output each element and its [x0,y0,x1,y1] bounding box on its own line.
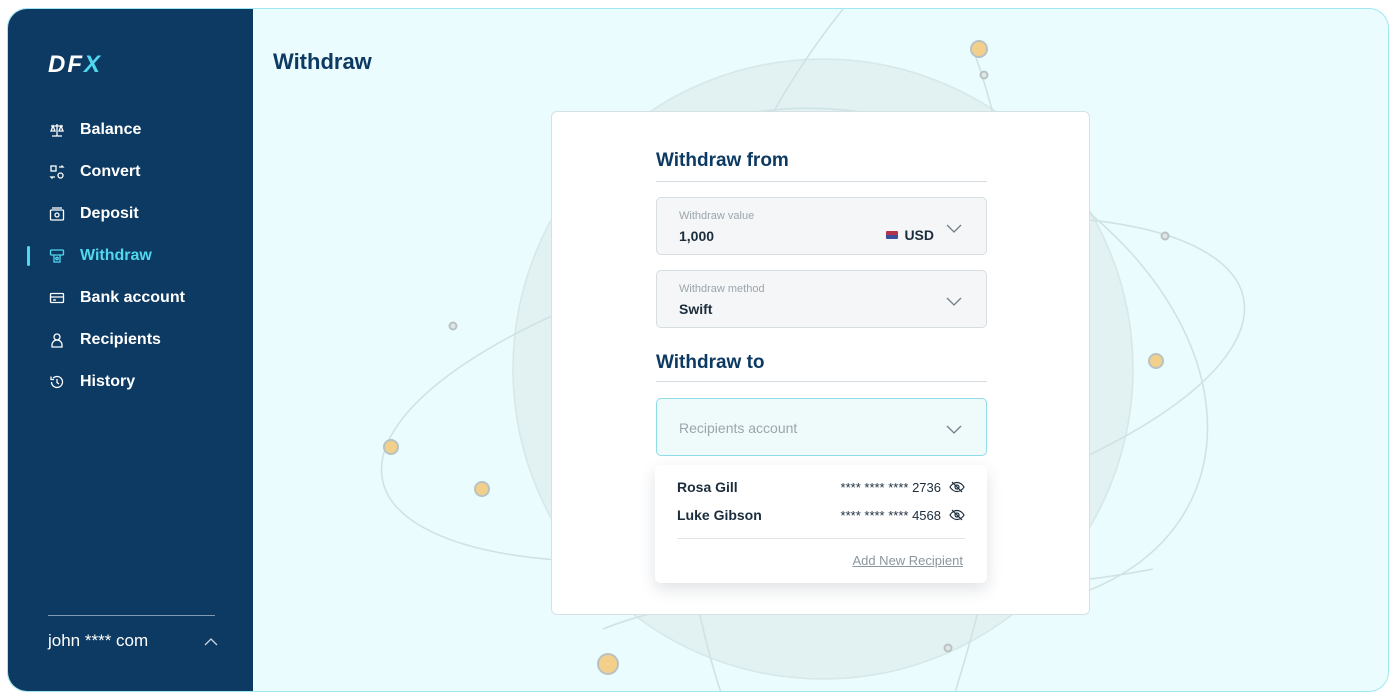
recipient-account: **** **** **** 2736 [841,480,965,495]
list-item[interactable]: Rosa Gill **** **** **** 2736 [677,476,965,498]
eye-off-icon[interactable] [949,481,965,493]
main-content: Withdraw Withdraw from Withdraw value 1,… [253,9,1388,691]
currency-code: USD [904,227,934,243]
account-menu[interactable]: john **** com [48,631,218,651]
sidebar-item-withdraw[interactable]: Withdraw [8,235,253,277]
recipients-account-select[interactable]: Recipients account [656,398,987,456]
recipient-account-number: **** **** **** 2736 [840,479,941,495]
withdraw-from-title: Withdraw from [656,150,789,171]
scale-icon [48,121,66,139]
chevron-up-icon [204,631,218,651]
add-new-recipient-link[interactable]: Add New Recipient [852,553,963,568]
bank-card-icon [48,289,66,307]
recipient-account-number: **** **** **** 4568 [840,507,941,523]
withdraw-value-label: Withdraw value [679,210,755,222]
sidebar-item-label: Deposit [80,205,139,222]
sidebar-item-label: Balance [80,121,142,138]
chevron-down-icon[interactable] [946,220,962,238]
recipient-name: Rosa Gill [677,479,738,495]
withdraw-method-value: Swift [679,301,713,317]
withdraw-method-field[interactable]: Withdraw method Swift [656,270,987,328]
page-title: Withdraw [273,49,372,74]
app-window: DFX Balance Convert Deposit Withdraw Ban… [7,8,1389,692]
sidebar-item-label: Recipients [80,331,161,348]
recipient-account: **** **** **** 4568 [841,508,965,523]
recipient-name: Luke Gibson [677,507,762,523]
sidebar-divider [48,615,215,616]
convert-icon [48,163,66,181]
logo-accent: X [84,51,103,78]
recipients-dropdown: Rosa Gill **** **** **** 2736 Luke Gibso… [655,465,987,583]
withdraw-method-label: Withdraw method [679,283,765,295]
chevron-down-icon[interactable] [946,293,962,311]
list-item[interactable]: Luke Gibson **** **** **** 4568 [677,504,965,526]
sidebar-item-recipients[interactable]: Recipients [8,319,253,361]
logo-text: DF [48,51,84,78]
sidebar: DFX Balance Convert Deposit Withdraw Ban… [8,9,253,691]
sidebar-item-label: Convert [80,163,141,180]
withdraw-icon [48,247,66,265]
eye-off-icon[interactable] [949,509,965,521]
withdraw-value-field[interactable]: Withdraw value 1,000 USD [656,197,987,255]
section-divider [656,381,987,382]
sidebar-item-label: History [80,373,136,390]
section-divider [656,181,987,182]
logo: DFX [48,51,102,79]
sidebar-item-history[interactable]: History [8,361,253,403]
sidebar-item-label: Withdraw [80,247,152,264]
deposit-icon [48,205,66,223]
sidebar-item-label: Bank account [80,289,185,306]
history-icon [48,373,66,391]
sidebar-item-deposit[interactable]: Deposit [8,193,253,235]
us-flag-icon [886,231,899,239]
sidebar-item-balance[interactable]: Balance [8,109,253,151]
sidebar-item-convert[interactable]: Convert [8,151,253,193]
chevron-down-icon[interactable] [946,421,962,439]
withdraw-card: Withdraw from Withdraw value 1,000 USD W… [551,111,1090,615]
account-label: john **** com [48,631,149,650]
person-icon [48,331,66,349]
currency-select[interactable]: USD [886,227,934,243]
dropdown-divider [677,538,965,539]
withdraw-to-title: Withdraw to [656,352,765,373]
sidebar-nav: Balance Convert Deposit Withdraw Bank ac… [8,109,253,403]
withdraw-value: 1,000 [679,228,715,244]
sidebar-item-bank-account[interactable]: Bank account [8,277,253,319]
recipients-account-placeholder: Recipients account [679,420,798,436]
